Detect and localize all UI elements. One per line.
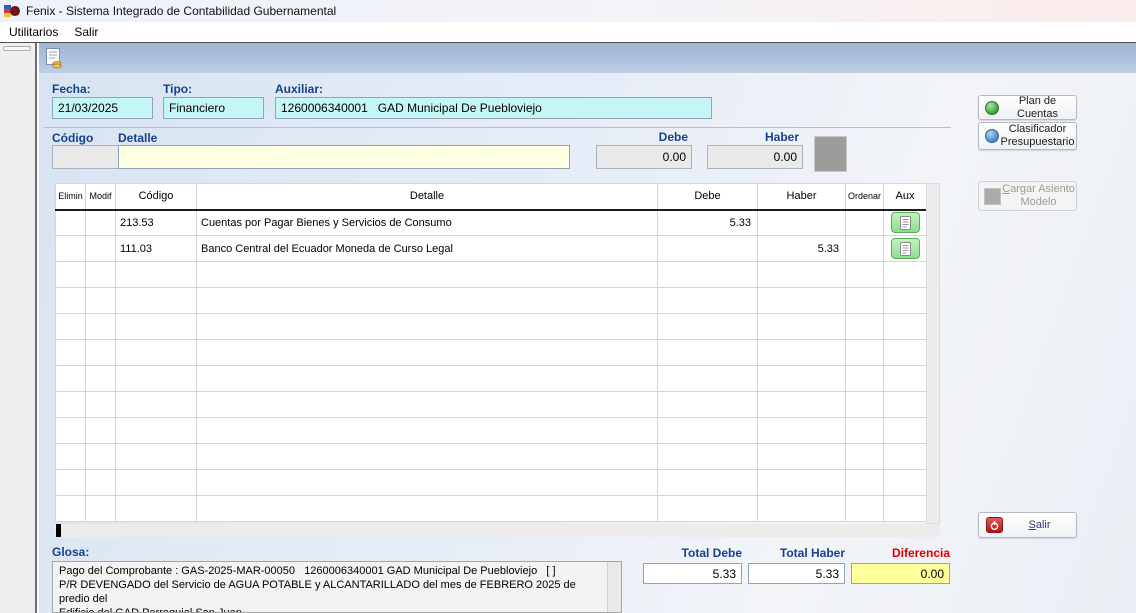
separator-line bbox=[44, 127, 951, 128]
table-row-empty bbox=[56, 366, 927, 392]
debe-entry-label: Debe bbox=[596, 130, 688, 144]
total-debe-field: 5.33 bbox=[643, 563, 742, 584]
color-indicator-button[interactable] bbox=[814, 136, 847, 172]
glosa-textarea[interactable]: Pago del Comprobante : GAS-2025-MAR-0005… bbox=[52, 561, 622, 613]
cell-debe[interactable]: 5.33 bbox=[658, 210, 758, 236]
glosa-text: Pago del Comprobante : GAS-2025-MAR-0005… bbox=[53, 562, 606, 612]
total-haber-field: 5.33 bbox=[748, 563, 845, 584]
col-elimin: Elimin bbox=[56, 184, 86, 210]
col-modif: Modif bbox=[86, 184, 116, 210]
grid-header-row: Elimin Modif Código Detalle Debe Haber O… bbox=[56, 184, 927, 210]
cell-haber[interactable]: 5.33 bbox=[758, 236, 846, 262]
table-row-empty bbox=[56, 288, 927, 314]
fecha-label: Fecha: bbox=[52, 82, 91, 96]
cell-codigo[interactable]: 111.03 bbox=[116, 236, 197, 262]
table-row-empty bbox=[56, 314, 927, 340]
menu-bar: Utilitarios Salir bbox=[0, 22, 1136, 42]
power-icon bbox=[986, 517, 1003, 533]
total-haber-label: Total Haber bbox=[748, 546, 845, 560]
glosa-scrollbar[interactable] bbox=[607, 562, 621, 612]
col-debe: Debe bbox=[658, 184, 758, 210]
auxiliar-field[interactable]: 1260006340001 GAD Municipal De Pueblovie… bbox=[275, 97, 712, 119]
table-row-empty bbox=[56, 418, 927, 444]
table-row-empty bbox=[56, 262, 927, 288]
grid-vertical-scrollbar[interactable] bbox=[926, 183, 940, 524]
aux-button[interactable] bbox=[891, 212, 920, 233]
title-bar: Fenix - Sistema Integrado de Contabilida… bbox=[0, 0, 1136, 22]
new-document-icon[interactable] bbox=[45, 47, 63, 69]
plan-de-cuentas-button[interactable]: Plan de Cuentas bbox=[978, 95, 1077, 120]
grid-horizontal-scrollbar[interactable] bbox=[55, 524, 940, 537]
asiento-grid: Elimin Modif Código Detalle Debe Haber O… bbox=[55, 183, 927, 522]
haber-entry-label: Haber bbox=[707, 130, 799, 144]
cell-debe[interactable] bbox=[658, 236, 758, 262]
debe-entry-field: 0.00 bbox=[596, 145, 692, 169]
cell-detalle[interactable]: Cuentas por Pagar Bienes y Servicios de … bbox=[197, 210, 658, 236]
glosa-label: Glosa: bbox=[52, 545, 89, 559]
splitter-grip[interactable] bbox=[3, 46, 31, 51]
gray-square-icon bbox=[984, 188, 1001, 205]
auxiliar-label: Auxiliar: bbox=[275, 82, 323, 96]
notes-icon bbox=[900, 216, 911, 230]
detalle-entry-label: Detalle bbox=[118, 131, 157, 145]
left-dock-panel bbox=[0, 43, 37, 613]
table-row-empty bbox=[56, 496, 927, 522]
notes-icon bbox=[900, 242, 911, 256]
col-codigo: Código bbox=[116, 184, 197, 210]
col-haber: Haber bbox=[758, 184, 846, 210]
diferencia-label: Diferencia bbox=[851, 546, 950, 560]
col-ordenar: Ordenar bbox=[846, 184, 884, 210]
detalle-entry-field[interactable] bbox=[118, 145, 570, 169]
table-row-empty bbox=[56, 470, 927, 496]
blue-ball-icon bbox=[985, 129, 999, 143]
toolbar bbox=[39, 43, 1136, 73]
cell-detalle[interactable]: Banco Central del Ecuador Moneda de Curs… bbox=[197, 236, 658, 262]
table-row[interactable]: 111.03 Banco Central del Ecuador Moneda … bbox=[56, 236, 927, 262]
green-ball-icon bbox=[985, 101, 999, 115]
menu-salir[interactable]: Salir bbox=[72, 24, 100, 40]
menu-utilitarios[interactable]: Utilitarios bbox=[7, 24, 60, 40]
col-aux: Aux bbox=[884, 184, 927, 210]
total-debe-label: Total Debe bbox=[643, 546, 742, 560]
salir-button[interactable]: Salir bbox=[978, 512, 1077, 538]
tipo-field[interactable]: Financiero bbox=[163, 97, 264, 119]
cell-codigo[interactable]: 213.53 bbox=[116, 210, 197, 236]
aux-button[interactable] bbox=[891, 238, 920, 259]
scrollbar-thumb[interactable] bbox=[56, 524, 61, 537]
tipo-label: Tipo: bbox=[163, 82, 192, 96]
table-row-empty bbox=[56, 444, 927, 470]
clasificador-presupuestario-button[interactable]: Clasificador Presupuestario bbox=[978, 122, 1077, 150]
app-icon bbox=[4, 3, 20, 19]
fecha-field[interactable]: 21/03/2025 bbox=[52, 97, 153, 119]
fenix-window: Fenix - Sistema Integrado de Contabilida… bbox=[0, 0, 1136, 613]
cargar-asiento-modelo-button: Cargar Asiento Modelo bbox=[978, 181, 1077, 211]
codigo-entry-label: Código bbox=[52, 131, 93, 145]
table-row[interactable]: 213.53 Cuentas por Pagar Bienes y Servic… bbox=[56, 210, 927, 236]
haber-entry-field: 0.00 bbox=[707, 145, 803, 169]
cell-haber[interactable] bbox=[758, 210, 846, 236]
col-detalle: Detalle bbox=[197, 184, 658, 210]
diferencia-field: 0.00 bbox=[851, 563, 950, 584]
window-title: Fenix - Sistema Integrado de Contabilida… bbox=[26, 4, 336, 18]
table-row-empty bbox=[56, 340, 927, 366]
table-row-empty bbox=[56, 392, 927, 418]
